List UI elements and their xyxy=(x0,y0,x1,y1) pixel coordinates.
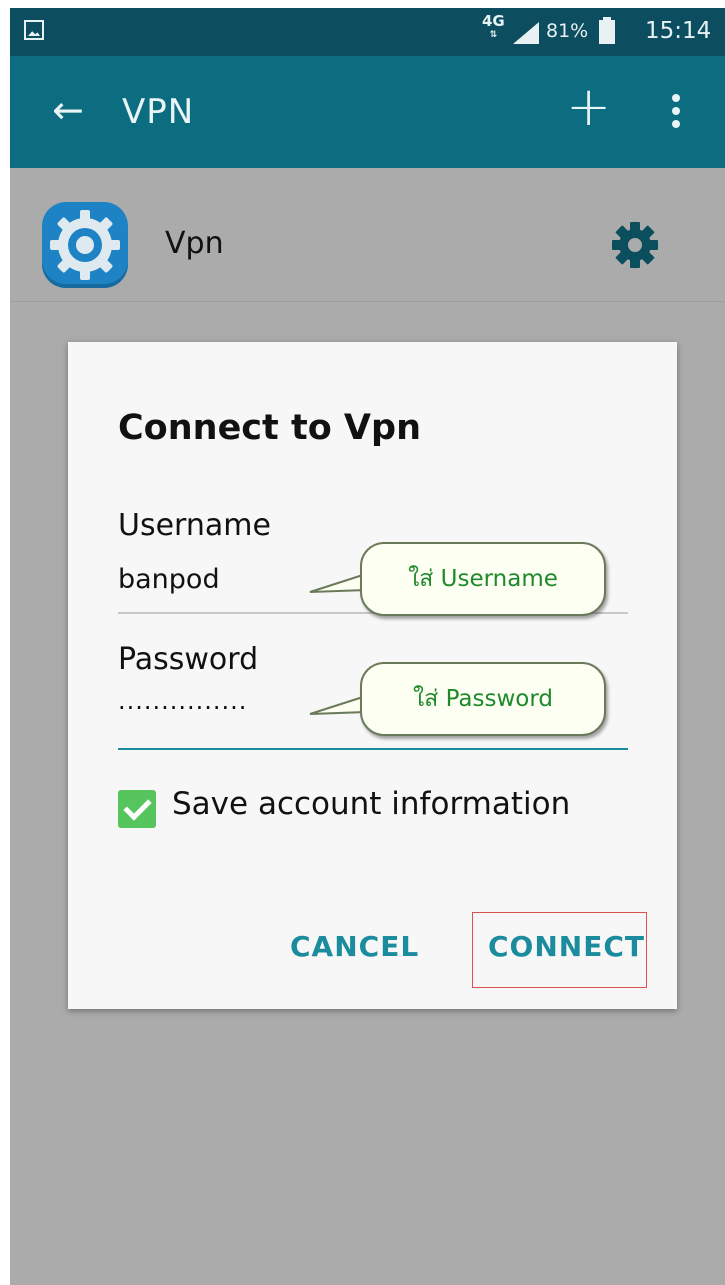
vpn-app-gear-icon xyxy=(42,202,128,288)
gear-icon[interactable] xyxy=(610,220,660,270)
gallery-icon xyxy=(24,20,44,40)
password-underline xyxy=(118,748,628,750)
username-hint-callout: ใส่ Username xyxy=(360,542,606,616)
save-account-label[interactable]: Save account information xyxy=(172,786,570,822)
username-label: Username xyxy=(118,508,271,543)
status-time: 15:14 xyxy=(645,18,712,44)
network-indicator: 4G ⇅ xyxy=(482,14,505,42)
app-bar: ← VPN + xyxy=(10,56,725,168)
username-callout-tail xyxy=(309,572,367,593)
status-bar: 4G ⇅ 81% 15:14 xyxy=(10,8,725,56)
save-account-checkbox[interactable] xyxy=(118,790,156,828)
connect-button[interactable]: CONNECT xyxy=(488,930,645,963)
vpn-profile-name: Vpn xyxy=(165,226,224,261)
vpn-list-item[interactable]: Vpn xyxy=(10,168,725,302)
battery-percent: 81% xyxy=(546,20,589,42)
signal-icon xyxy=(513,22,539,44)
back-arrow-icon[interactable]: ← xyxy=(52,90,84,130)
plus-icon[interactable]: + xyxy=(566,80,611,134)
dialog-title: Connect to Vpn xyxy=(118,408,421,448)
vpn-gear-teeth-icon xyxy=(50,210,120,280)
overflow-menu-icon[interactable] xyxy=(672,94,680,133)
device-screen: 4G ⇅ 81% 15:14 ← VPN + Vpn Connect to Vp… xyxy=(10,8,725,1285)
connect-dialog: Connect to Vpn Username banpod ใส่ Usern… xyxy=(68,342,677,1009)
page-title: VPN xyxy=(122,92,195,132)
network-activity-icon: ⇅ xyxy=(489,30,498,40)
username-field[interactable]: banpod xyxy=(118,564,220,595)
battery-icon xyxy=(599,17,615,44)
password-field[interactable]: ··············· xyxy=(118,694,247,722)
cancel-button[interactable]: CANCEL xyxy=(290,930,419,963)
password-callout-tail xyxy=(309,694,367,715)
password-hint-callout: ใส่ Password xyxy=(360,662,606,736)
password-label: Password xyxy=(118,642,259,677)
